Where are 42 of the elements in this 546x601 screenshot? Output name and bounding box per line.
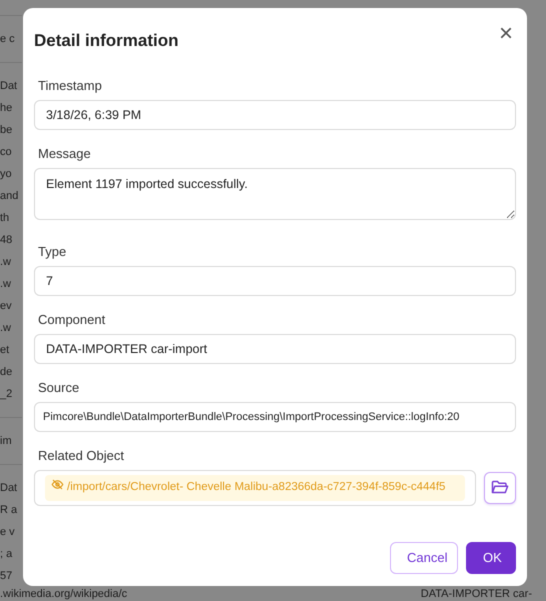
field-label: Related Object: [38, 448, 125, 464]
table-cell: .wikimedia.org/wikipedia/c: [0, 588, 128, 601]
table-cell-text: Dat: [0, 79, 18, 94]
field-label: Component: [38, 312, 106, 328]
dialog-title: Detail information: [34, 30, 179, 52]
close-button[interactable]: ×: [496, 22, 515, 46]
ok-button[interactable]: OK: [466, 542, 516, 574]
table-cell-text: co: [0, 145, 13, 160]
field-label: Type: [38, 244, 68, 260]
table-cell-text: .w: [0, 321, 12, 336]
folder-button[interactable]: [484, 472, 516, 504]
input-field[interactable]: Pimcore\Bundle\DataImporterBundle\Processing\ImportProcessingService::logInfo:20: [34, 402, 516, 432]
table-cell-text: .w: [0, 255, 12, 270]
table-cell-text: _2: [0, 387, 14, 402]
table-cell-text: 57: [0, 569, 14, 584]
table-cell-text: im: [0, 434, 13, 449]
field-label: Timestamp: [38, 78, 103, 94]
eye-slash-icon: [51, 478, 64, 490]
table-cell: DATA-IMPORTER car-: [420, 588, 532, 601]
table-cell-text: de: [0, 365, 14, 380]
table-cell-text: .w: [0, 277, 12, 292]
table-cell-text: e c: [0, 32, 16, 47]
table-cell-text: he: [0, 101, 14, 116]
field-label: Source: [38, 380, 80, 396]
table-cell-text: be: [0, 123, 14, 138]
table-cell-text: ; a: [0, 547, 14, 562]
table-cell-text: Dat: [0, 481, 18, 496]
table-cell-text: e v: [0, 525, 16, 540]
table-cell-text: and: [0, 189, 20, 204]
cancel-button[interactable]: Cancel: [390, 542, 458, 574]
input-field[interactable]: DATA-IMPORTER car-import: [34, 334, 516, 364]
table-cell-text: ev: [0, 299, 13, 314]
table-cell-text: et: [0, 343, 10, 358]
folder-icon: [491, 480, 509, 495]
input-field[interactable]: 3/18/26, 6:39 PM: [34, 100, 516, 130]
input-field[interactable]: 7: [34, 266, 516, 296]
text-area[interactable]: Element 1197 imported successfully.: [34, 168, 516, 220]
table-cell-text: 48: [0, 233, 14, 248]
table-cell-text: th: [0, 211, 10, 226]
table-cell-text: yo: [0, 167, 13, 182]
table-cell-text: R a: [0, 503, 18, 518]
field-label: Message: [38, 146, 92, 162]
